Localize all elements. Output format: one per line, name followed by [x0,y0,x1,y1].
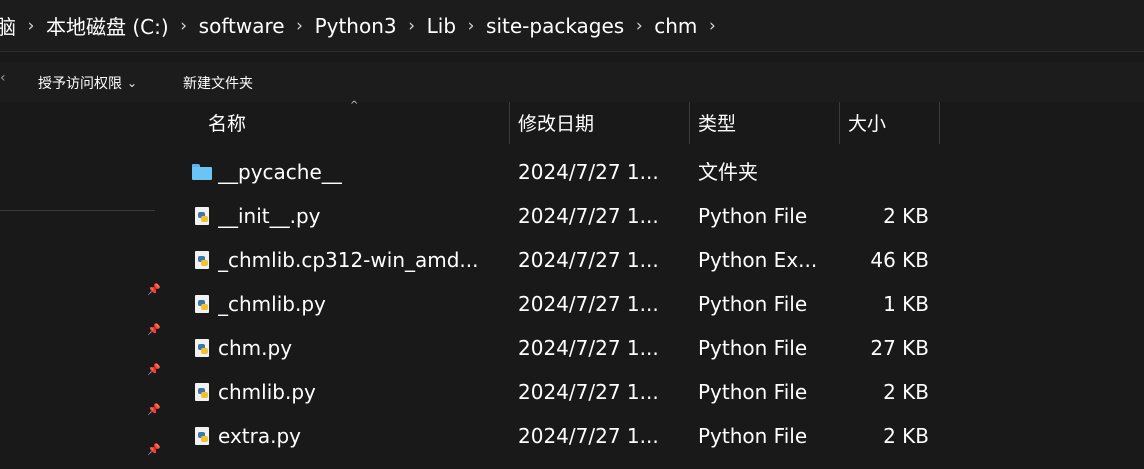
breadcrumb-item-computer[interactable]: 脑 [0,11,18,40]
file-type: 文件夹 [698,160,758,184]
file-row-pycache[interactable]: __pycache__ 2024/7/27 1... 文件夹 [188,150,948,194]
file-type: Python File [698,204,808,228]
file-date: 2024/7/27 1... [518,380,659,404]
file-size: 2 KB [883,380,929,404]
chevron-right-icon[interactable]: › [458,16,484,36]
file-date: 2024/7/27 1... [518,424,659,448]
column-header-name[interactable]: 名称 [200,102,510,144]
pin-icon[interactable]: 📌 [146,362,162,378]
breadcrumb-item-software[interactable]: software [197,14,287,38]
overflow-edge-icon: ‹ [0,70,6,86]
column-header-row: ^ 名称 修改日期 类型 大小 [168,100,1144,144]
file-size: 1 KB [883,292,929,316]
file-row-chm[interactable]: chm.py 2024/7/27 1... Python File 27 KB [188,326,948,370]
file-size: 27 KB [870,336,929,360]
grant-access-label: 授予访问权限 [38,76,122,92]
column-header-date[interactable]: 修改日期 [510,102,690,144]
file-name: __pycache__ [218,160,342,184]
file-date: 2024/7/27 1... [518,204,659,228]
file-type: Python File [698,292,808,316]
column-divider[interactable] [939,102,940,144]
column-header-size[interactable]: 大小 [840,102,940,144]
file-row-chmlib-pyd[interactable]: _chmlib.cp312-win_amd... 2024/7/27 1... … [188,238,948,282]
new-folder-button[interactable]: 新建文件夹 [183,73,253,93]
chevron-right-icon[interactable]: › [171,16,197,36]
file-size: 2 KB [883,204,929,228]
file-name: extra.py [218,424,301,448]
python-file-icon [192,427,214,447]
python-file-icon [192,251,214,271]
chevron-down-icon: ⌄ [127,76,138,90]
python-file-icon [192,383,214,403]
file-row-chmlib-underscore[interactable]: _chmlib.py 2024/7/27 1... Python File 1 … [188,282,948,326]
breadcrumb-item-local-disk[interactable]: 本地磁盘 (C:) [44,11,171,40]
file-name: _chmlib.py [218,292,326,316]
file-name: __init__.py [218,204,321,228]
breadcrumb: 脑 › 本地磁盘 (C:) › software › Python3 › Lib… [0,0,1144,52]
file-row-extra[interactable]: extra.py 2024/7/27 1... Python File 2 KB [188,414,948,458]
python-file-icon [192,207,214,227]
file-size: 46 KB [870,248,929,272]
file-date: 2024/7/27 1... [518,248,659,272]
command-bar: ‹ 授予访问权限 ⌄ 新建文件夹 [0,62,1144,102]
chevron-right-icon[interactable]: › [287,16,313,36]
chevron-right-icon[interactable]: › [699,16,725,36]
file-type: Python File [698,380,808,404]
breadcrumb-item-python3[interactable]: Python3 [313,14,399,38]
file-type: Python File [698,336,808,360]
file-size [848,150,929,194]
pin-icon[interactable]: 📌 [146,322,162,338]
chevron-right-icon[interactable]: › [626,16,652,36]
chevron-right-icon[interactable]: › [399,16,425,36]
column-header-type[interactable]: 类型 [690,102,840,144]
file-date: 2024/7/27 1... [518,160,659,184]
breadcrumb-item-site-packages[interactable]: site-packages [484,14,626,38]
file-name: chmlib.py [218,380,316,404]
pin-icon[interactable]: 📌 [146,402,162,418]
file-name: chm.py [218,336,293,360]
python-file-icon [192,295,214,315]
file-type: Python Ex... [698,248,818,272]
file-list: ^ 名称 修改日期 类型 大小 __pycache__ 2024/7/27 1.… [168,100,1144,469]
grant-access-button[interactable]: 授予访问权限 ⌄ [38,73,137,93]
file-name: _chmlib.cp312-win_amd... [218,248,479,272]
chevron-right-icon[interactable]: › [18,16,44,36]
nav-divider [0,210,155,211]
python-file-icon [192,339,214,359]
file-date: 2024/7/27 1... [518,292,659,316]
file-type: Python File [698,424,808,448]
folder-icon [192,163,214,183]
navigation-pane[interactable]: 📌 📌 📌 📌 📌 [0,102,168,469]
pin-icon[interactable]: 📌 [146,282,162,298]
file-date: 2024/7/27 1... [518,336,659,360]
breadcrumb-item-chm[interactable]: chm [652,14,699,38]
file-size: 2 KB [883,424,929,448]
pin-icon[interactable]: 📌 [146,442,162,458]
file-row-init[interactable]: __init__.py 2024/7/27 1... Python File 2… [188,194,948,238]
file-row-chmlib[interactable]: chmlib.py 2024/7/27 1... Python File 2 K… [188,370,948,414]
breadcrumb-item-lib[interactable]: Lib [425,14,458,38]
